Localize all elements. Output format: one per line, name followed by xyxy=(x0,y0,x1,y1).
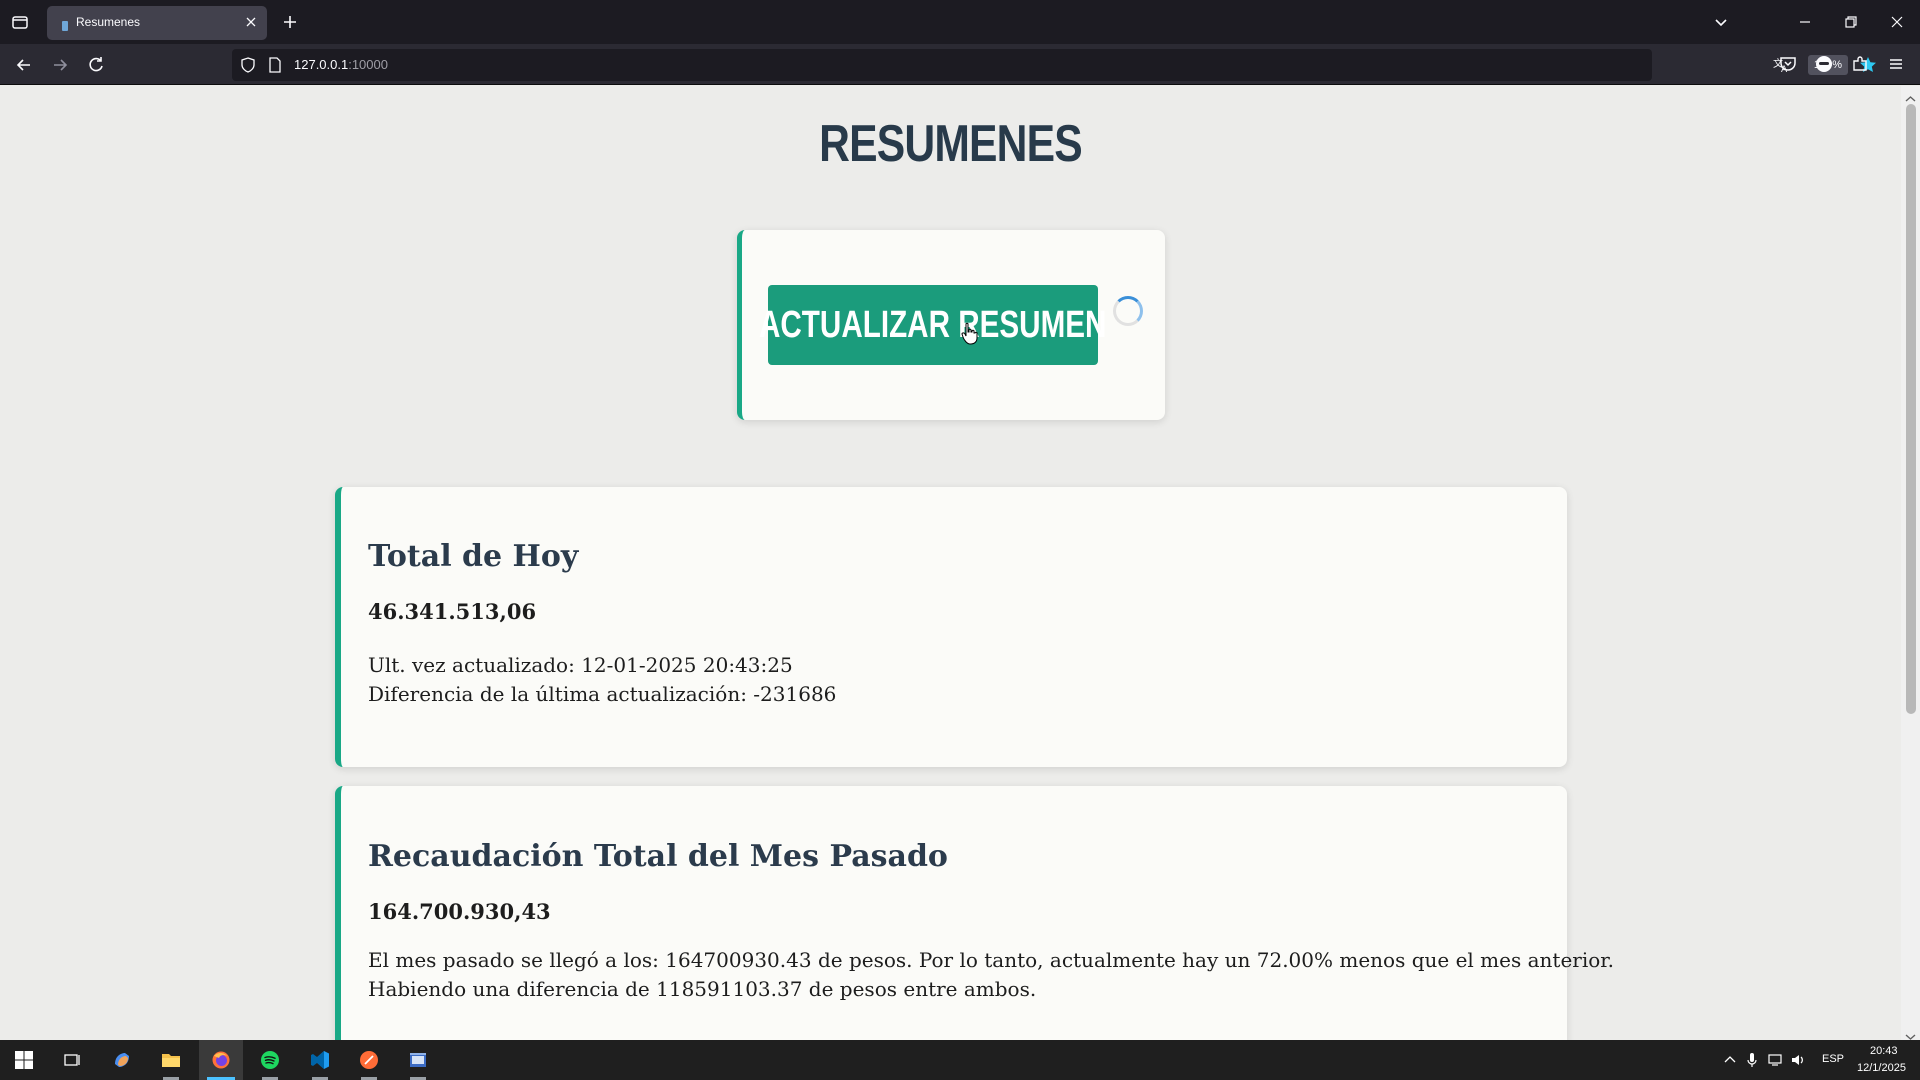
extensions-icon[interactable] xyxy=(1850,54,1870,74)
database-app-icon xyxy=(410,1053,426,1067)
scroll-down-icon[interactable] xyxy=(1905,1027,1916,1040)
tab-title: Resumenes xyxy=(76,15,141,29)
loading-spinner-icon xyxy=(1113,296,1143,326)
back-icon[interactable] xyxy=(13,54,35,76)
page-info-icon[interactable] xyxy=(268,57,282,73)
windows-logo-icon xyxy=(15,1051,33,1069)
url-host: 127.0.0.1 xyxy=(294,57,349,72)
task-view-icon xyxy=(64,1054,80,1066)
tab-resumenes[interactable]: Resumenes xyxy=(47,6,267,40)
microphone-icon[interactable] xyxy=(1744,1052,1760,1068)
restore-icon[interactable] xyxy=(1841,12,1861,32)
browser-tabbar: Resumenes xyxy=(0,0,1920,44)
page-favicon-icon xyxy=(59,17,71,31)
update-summary-button[interactable]: ACTUALIZAR RESUMEN xyxy=(759,285,1107,365)
today-title: Total de Hoy xyxy=(368,539,579,574)
tab-list-icon[interactable] xyxy=(10,12,30,32)
tray-chevron-up-icon[interactable] xyxy=(1722,1052,1738,1068)
last-month-comparison: El mes pasado se llegó a los: 164700930.… xyxy=(368,948,1614,972)
mouse-pointer-icon xyxy=(960,322,980,346)
spotify-button[interactable] xyxy=(248,1040,292,1080)
copilot-icon xyxy=(115,1053,129,1067)
clock-time[interactable]: 20:43 xyxy=(1870,1045,1898,1057)
page-viewport: RESUMENES ACTUALIZAR RESUMEN Total de Ho… xyxy=(0,86,1901,1040)
card-today-total: Total de Hoy 46.341.513,06 Ult. vez actu… xyxy=(335,487,1567,767)
today-amount: 46.341.513,06 xyxy=(368,599,537,624)
postman-button[interactable] xyxy=(347,1040,391,1080)
close-window-icon[interactable] xyxy=(1887,12,1907,32)
page-title: RESUMENES xyxy=(819,115,1083,173)
os-taskbar: ESP 20:43 12/1/2025 xyxy=(0,1040,1920,1080)
tab-overflow-chevron-icon[interactable] xyxy=(1711,12,1731,32)
new-tab-icon[interactable] xyxy=(281,13,299,31)
update-card: ACTUALIZAR RESUMEN xyxy=(737,230,1165,420)
start-button[interactable] xyxy=(2,1040,46,1080)
last-month-amount: 164.700.930,43 xyxy=(368,899,551,924)
last-month-title: Recaudación Total del Mes Pasado xyxy=(368,839,948,874)
scroll-up-icon[interactable] xyxy=(1905,89,1916,102)
tracking-protection-shield-icon[interactable] xyxy=(240,57,256,73)
network-icon[interactable] xyxy=(1767,1052,1783,1068)
copilot-button[interactable] xyxy=(100,1040,144,1080)
postman-icon xyxy=(360,1051,378,1069)
close-tab-icon[interactable] xyxy=(243,14,259,30)
today-difference: Diferencia de la última actualización: -… xyxy=(368,682,837,706)
vscode-button[interactable] xyxy=(298,1040,342,1080)
scrollbar-thumb[interactable] xyxy=(1906,104,1916,714)
vscode-icon xyxy=(311,1051,329,1069)
url-port: :10000 xyxy=(348,57,388,72)
volume-icon[interactable] xyxy=(1790,1052,1806,1068)
file-explorer-button[interactable] xyxy=(149,1040,193,1080)
url-text[interactable]: 127.0.0.1:10000 xyxy=(294,57,388,72)
folder-icon xyxy=(162,1054,180,1067)
account-icon[interactable] xyxy=(1814,54,1834,74)
firefox-icon xyxy=(212,1051,230,1069)
forward-icon[interactable] xyxy=(49,54,71,76)
firefox-button[interactable] xyxy=(199,1040,243,1080)
reload-icon[interactable] xyxy=(85,54,107,76)
browser-navbar: 127.0.0.1:10000 文A 130% xyxy=(0,44,1920,85)
card-last-month-total: Recaudación Total del Mes Pasado 164.700… xyxy=(335,786,1614,1040)
clock-date[interactable]: 12/1/2025 xyxy=(1857,1062,1906,1074)
pocket-icon[interactable] xyxy=(1778,54,1798,74)
input-language[interactable]: ESP xyxy=(1822,1053,1844,1065)
spotify-icon xyxy=(261,1051,279,1069)
app-menu-icon[interactable] xyxy=(1886,54,1906,74)
last-month-difference: Habiendo una diferencia de 118591103.37 … xyxy=(368,977,1037,1001)
minimize-icon[interactable] xyxy=(1795,12,1815,32)
page-scrollbar[interactable] xyxy=(1901,86,1920,1040)
task-view-button[interactable] xyxy=(50,1040,94,1080)
update-summary-button-label: ACTUALIZAR RESUMEN xyxy=(759,303,1107,346)
terminal-app-button[interactable] xyxy=(396,1040,440,1080)
today-last-update: Ult. vez actualizado: 12-01-2025 20:43:2… xyxy=(368,653,793,677)
address-bar[interactable]: 127.0.0.1:10000 文A 130% xyxy=(232,49,1876,81)
